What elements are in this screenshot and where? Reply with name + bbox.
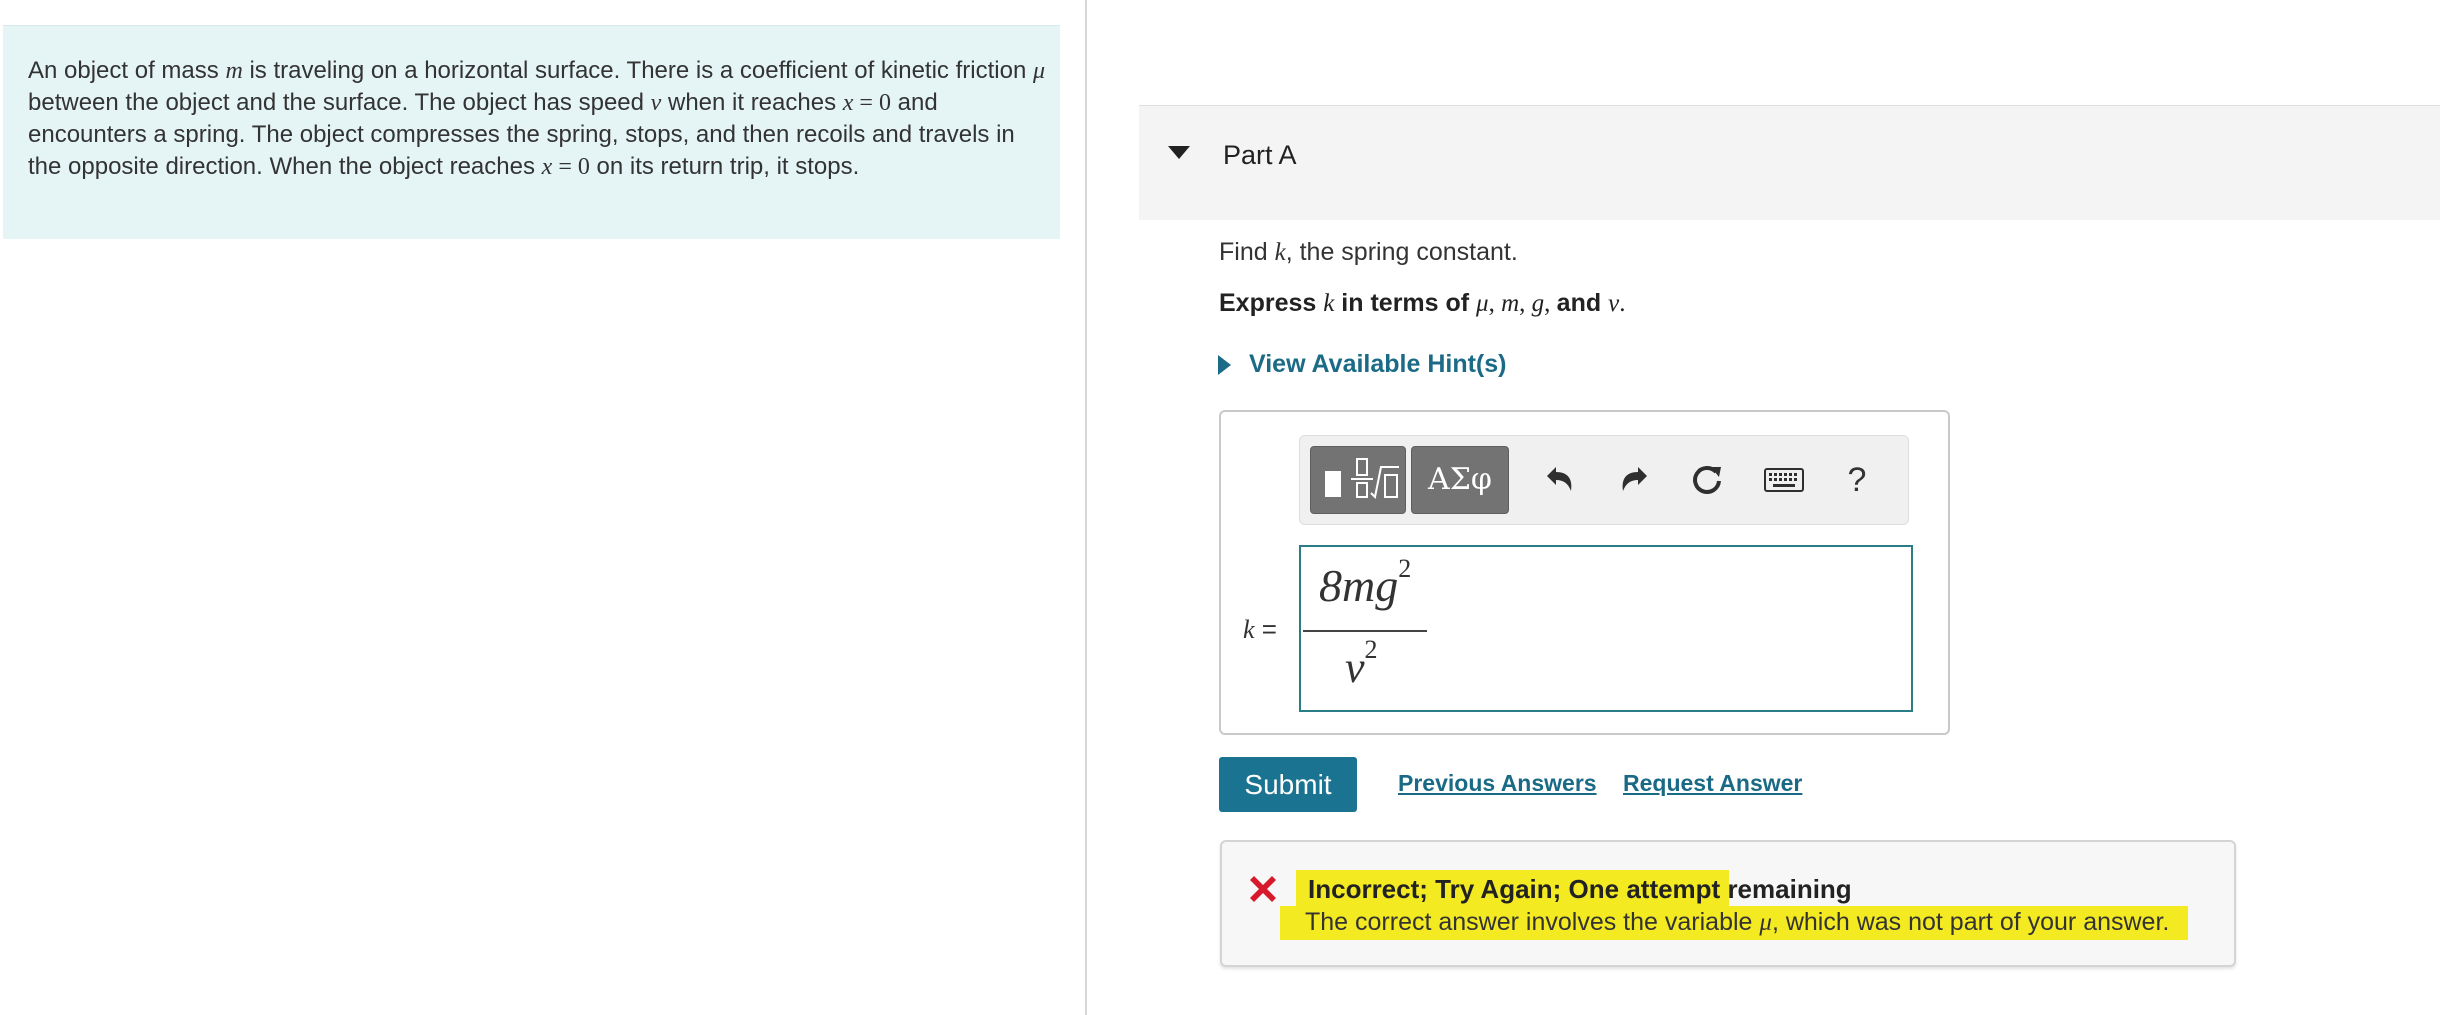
instruction-text: Express	[1219, 289, 1324, 317]
var-g: g	[1531, 290, 1545, 317]
separator: ,	[1488, 290, 1502, 317]
problem-text-segment: is traveling on a horizontal surface. Th…	[242, 57, 1033, 84]
feedback-title: Incorrect; Try Again; One attempt remain…	[1308, 874, 1852, 904]
var-x: x	[541, 154, 553, 180]
problem-statement-text: An object of mass m is traveling on a ho…	[28, 55, 1048, 183]
var-mu: μ	[1476, 290, 1489, 317]
var-k: k	[1243, 615, 1255, 644]
var-v: v	[1608, 290, 1620, 317]
problem-text-segment: on its return trip, it stops.	[589, 153, 860, 180]
math-answer-input[interactable]: 8mg2 v2	[1299, 545, 1913, 712]
reset-icon	[1693, 466, 1721, 494]
view-hints-label[interactable]: View Available Hint(s)	[1249, 350, 1506, 379]
redo-icon	[1622, 467, 1647, 491]
denominator-expression: v	[1345, 643, 1365, 692]
collapse-triangle-icon[interactable]	[1168, 146, 1190, 159]
greek-symbols-button[interactable]: ΑΣφ	[1411, 446, 1509, 514]
part-title: Part A	[1223, 140, 1297, 170]
equals-sign: =	[1254, 614, 1277, 644]
denominator-exponent: 2	[1364, 635, 1378, 665]
var-k: k	[1274, 239, 1286, 266]
var-mu: μ	[1759, 909, 1772, 936]
fraction-bar	[1303, 630, 1427, 632]
undo-icon	[1547, 467, 1572, 491]
instruction-text: and	[1556, 289, 1609, 317]
numerator-exponent: 2	[1398, 553, 1412, 583]
feedback-box: Incorrect; Try Again; One attempt remain…	[1220, 840, 2236, 967]
submit-button[interactable]: Submit	[1219, 757, 1357, 812]
prompt-text: Find	[1219, 238, 1275, 266]
fraction-denominator: v2	[1345, 635, 1378, 693]
help-icon: ?	[1847, 460, 1867, 499]
answer-entry-box: ΑΣφ ? k = 8mg2 v2	[1219, 410, 1950, 735]
feedback-text: The correct answer involves the variable	[1305, 908, 1760, 936]
previous-answers-link[interactable]: Previous Answers	[1398, 770, 1597, 797]
keyboard-button[interactable]	[1758, 458, 1810, 502]
var-mu: μ	[1032, 58, 1045, 84]
fraction-numerator: 8mg2	[1319, 554, 1411, 612]
numerator-expression: 8mg	[1319, 560, 1399, 611]
equation-x-zero: = 0	[853, 90, 891, 116]
templates-button[interactable]	[1310, 446, 1406, 514]
problem-statement-panel: An object of mass m is traveling on a ho…	[3, 25, 1060, 239]
instruction-text: in terms of	[1334, 289, 1477, 317]
prompt-text: , the spring constant.	[1285, 238, 1518, 266]
templates-icon	[1325, 458, 1399, 500]
separator: ,	[1519, 290, 1532, 317]
reset-button[interactable]	[1685, 458, 1729, 502]
var-v: v	[650, 90, 662, 116]
redo-button[interactable]	[1612, 458, 1656, 502]
var-x: x	[842, 90, 854, 116]
problem-text-segment: between the object and the surface. The …	[28, 89, 651, 116]
var-m: m	[225, 58, 243, 84]
part-a-header[interactable]: Part A	[1139, 105, 2440, 220]
var-k: k	[1323, 290, 1335, 317]
answer-variable-label: k =	[1243, 614, 1277, 645]
feedback-message: The correct answer involves the variable…	[1305, 908, 2169, 937]
equation-x-zero: = 0	[552, 154, 590, 180]
request-answer-link[interactable]: Request Answer	[1623, 770, 1802, 797]
period: .	[1619, 290, 1626, 317]
expand-triangle-icon[interactable]	[1218, 354, 1231, 375]
view-hints-toggle[interactable]: View Available Hint(s)	[1218, 350, 1506, 379]
feedback-text: , which was not part of your answer.	[1771, 908, 2170, 936]
question-prompt: Find k, the spring constant.	[1219, 238, 1518, 267]
panel-divider	[1085, 0, 1087, 1015]
help-button[interactable]: ?	[1835, 458, 1879, 502]
separator: ,	[1544, 290, 1557, 317]
answer-format-instruction: Express k in terms of μ, m, g, and v.	[1219, 289, 1625, 318]
math-toolbar: ΑΣφ ?	[1299, 435, 1909, 525]
keyboard-icon	[1764, 468, 1804, 492]
problem-text-segment: An object of mass	[28, 57, 226, 84]
incorrect-x-icon	[1250, 876, 1276, 902]
var-m: m	[1501, 290, 1520, 317]
problem-text-segment: when it reaches	[661, 89, 843, 116]
undo-button[interactable]	[1538, 458, 1582, 502]
